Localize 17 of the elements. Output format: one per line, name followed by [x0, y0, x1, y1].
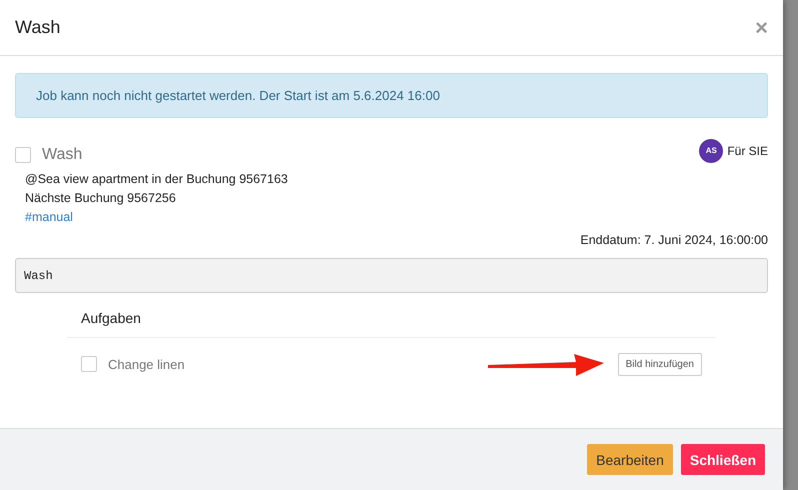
avatar: AS: [699, 138, 724, 162]
task-checkbox[interactable]: [81, 356, 97, 372]
tag-link[interactable]: #manual: [25, 210, 73, 224]
task-label: Change linen: [108, 356, 185, 372]
detail-text: Nächste Buchung 9567256: [25, 191, 177, 205]
info-alert: Job kann noch nicht gestartet werden. Der Start ist am 5.6.2024 16:00: [15, 73, 768, 118]
close-dialog-button[interactable]: Schließen: [680, 444, 765, 475]
end-date: Enddatum: 7. Juni 2024, 16:00:00: [580, 233, 768, 247]
description-field[interactable]: Wash: [15, 258, 768, 293]
add-image-button[interactable]: Bild hinzufügen: [618, 352, 702, 376]
modal-title: Wash: [15, 17, 60, 38]
assignee-label: Für SIE: [727, 144, 768, 158]
job-checkbox[interactable]: [15, 147, 31, 163]
job-name: Wash: [42, 146, 82, 164]
edit-button[interactable]: Bearbeiten: [587, 444, 673, 475]
tasks-heading: Aufgaben: [67, 310, 716, 338]
detail-text: @Sea view apartment in der Buchung 9567163: [25, 172, 289, 186]
